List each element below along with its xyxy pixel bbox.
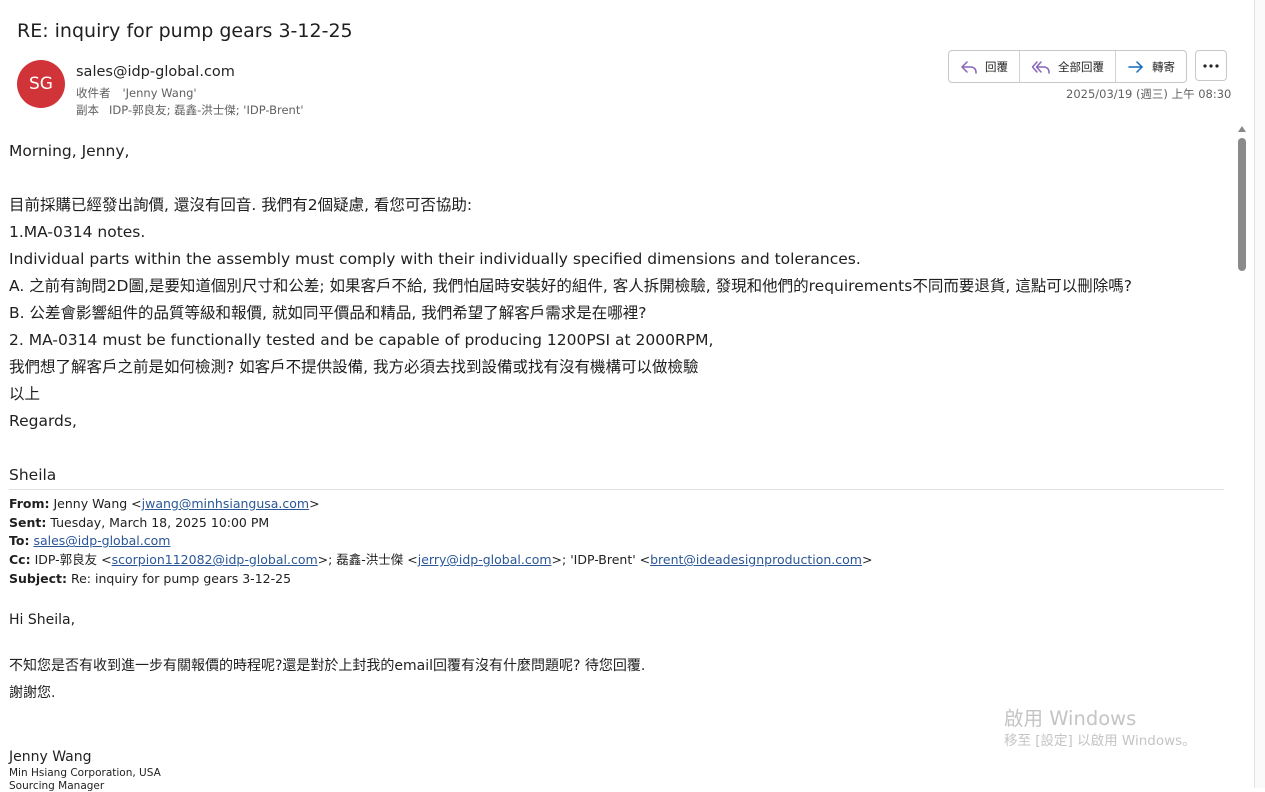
reply-all-button[interactable]: 全部回覆	[1020, 51, 1116, 82]
to-recipients[interactable]: 收件者 'Jenny Wang'	[76, 85, 197, 101]
message-body: Morning, Jenny, 目前採購已經發出詢價, 還沒有回音. 我們有2個…	[9, 138, 1224, 489]
forward-icon	[1128, 60, 1143, 73]
quoted-cc-name: >; 磊鑫-洪士傑 <	[317, 552, 418, 568]
body-closing: Regards,	[9, 412, 77, 430]
sender-address[interactable]: sales@idp-global.com	[76, 64, 235, 80]
window-edge	[1254, 0, 1265, 788]
quoted-cc-end: >	[861, 552, 873, 568]
quoted-subject-label: Subject:	[9, 570, 67, 586]
body-greeting: Morning, Jenny,	[9, 142, 130, 160]
quoted-to: To: sales@idp-global.com	[9, 532, 1224, 551]
quoted-sent-value: Tuesday, March 18, 2025 10:00 PM	[50, 514, 270, 530]
quoted-signature-name: Jenny Wang	[9, 749, 92, 765]
cc-recipients[interactable]: 副本 IDP-郭良友; 磊鑫-洪士傑; 'IDP-Brent'	[76, 102, 304, 118]
quoted-greeting: Hi Sheila,	[9, 612, 76, 628]
quoted-cc-name: >; 'IDP-Brent' <	[551, 552, 651, 568]
quoted-subject: Subject: Re: inquiry for pump gears 3-12…	[9, 570, 1224, 589]
quoted-separator	[9, 489, 1224, 490]
quoted-signature-company: Min Hsiang Corporation, USA	[9, 767, 161, 779]
reply-actions-group: 回覆 全部回覆 轉寄	[948, 50, 1187, 83]
body-paragraph: A. 之前有詢問2D圖,是要知道個別尺寸和公差; 如果客戶不給, 我們怕屆時安裝…	[9, 277, 1132, 295]
sender-avatar[interactable]: SG	[17, 60, 65, 108]
quoted-sent-label: Sent:	[9, 514, 47, 530]
quoted-from-label: From:	[9, 496, 50, 511]
quoted-header: From: Jenny Wang <jwang@minhsiangusa.com…	[9, 495, 1224, 588]
more-options-icon	[1203, 63, 1219, 68]
quoted-from-end: >	[309, 496, 320, 511]
quoted-to-email-link[interactable]: sales@idp-global.com	[33, 533, 170, 548]
quoted-cc-email-link[interactable]: jerry@idp-global.com	[418, 552, 552, 567]
reply-button[interactable]: 回覆	[949, 51, 1020, 82]
quoted-cc: Cc: IDP-郭良友 <scorpion112082@idp-global.c…	[9, 551, 1224, 570]
quoted-from: From: Jenny Wang <jwang@minhsiangusa.com…	[9, 495, 1224, 514]
to-value[interactable]: 'Jenny Wang'	[123, 86, 197, 100]
body-paragraph: 以上	[9, 385, 41, 403]
body-paragraph: Individual parts within the assembly mus…	[9, 250, 861, 268]
body-paragraph: 我們想了解客戶之前是如何檢測? 如客戶不提供設備, 我方必須去找到設備或找有沒有…	[9, 358, 699, 376]
quoted-sent: Sent: Tuesday, March 18, 2025 10:00 PM	[9, 514, 1224, 533]
more-options-button[interactable]	[1195, 50, 1227, 81]
scrollbar-thumb[interactable]	[1238, 138, 1246, 271]
body-paragraph: 目前採購已經發出詢價, 還沒有回音. 我們有2個疑慮, 看您可否協助:	[9, 196, 473, 214]
quoted-signature-title: Sourcing Manager	[9, 780, 105, 792]
quoted-cc-email-link[interactable]: brent@ideadesignproduction.com	[650, 552, 862, 567]
reading-pane-scrollbar[interactable]	[1236, 124, 1248, 788]
forward-label: 轉寄	[1152, 59, 1175, 74]
reply-all-label: 全部回覆	[1058, 59, 1104, 74]
email-subject: RE: inquiry for pump gears 3-12-25	[17, 20, 353, 42]
scroll-up-arrow-icon[interactable]	[1238, 126, 1246, 132]
quoted-from-name: Jenny Wang <	[53, 496, 142, 511]
quoted-body-line: 不知您是否有收到進一步有關報價的時程呢?還是對於上封我的email回覆有沒有什麼…	[9, 658, 646, 674]
watermark-title: 啟用 Windows	[1004, 707, 1137, 730]
quoted-cc-label: Cc:	[9, 552, 31, 568]
reply-icon	[961, 60, 977, 74]
quoted-body-line: 謝謝您.	[9, 685, 56, 701]
reply-all-icon	[1031, 60, 1050, 74]
quoted-cc-email-link[interactable]: scorpion112082@idp-global.com	[112, 552, 318, 567]
email-date: 2025/03/19 (週三) 上午 08:30	[1066, 87, 1232, 101]
windows-activation-watermark: 啟用 Windows 移至 [設定] 以啟用 Windows。	[1004, 707, 1196, 751]
cc-label: 副本	[76, 103, 99, 117]
body-paragraph: B. 公差會影響組件的品質等級和報價, 就如同平價品和精品, 我們希望了解客戶需…	[9, 304, 647, 322]
body-paragraph: 1.MA-0314 notes.	[9, 223, 146, 241]
forward-button[interactable]: 轉寄	[1116, 51, 1186, 82]
quoted-cc-name: IDP-郭良友 <	[34, 552, 112, 568]
cc-value[interactable]: IDP-郭良友; 磊鑫-洪士傑; 'IDP-Brent'	[109, 103, 304, 117]
body-paragraph: 2. MA-0314 must be functionally tested a…	[9, 331, 714, 349]
to-label: 收件者	[76, 86, 111, 100]
body-signature: Sheila	[9, 466, 57, 484]
quoted-from-email-link[interactable]: jwang@minhsiangusa.com	[142, 496, 309, 511]
quoted-to-label: To:	[9, 533, 30, 549]
quoted-subject-value: Re: inquiry for pump gears 3-12-25	[70, 570, 292, 586]
reply-label: 回覆	[985, 59, 1008, 74]
watermark-subtitle: 移至 [設定] 以啟用 Windows。	[1004, 733, 1196, 749]
